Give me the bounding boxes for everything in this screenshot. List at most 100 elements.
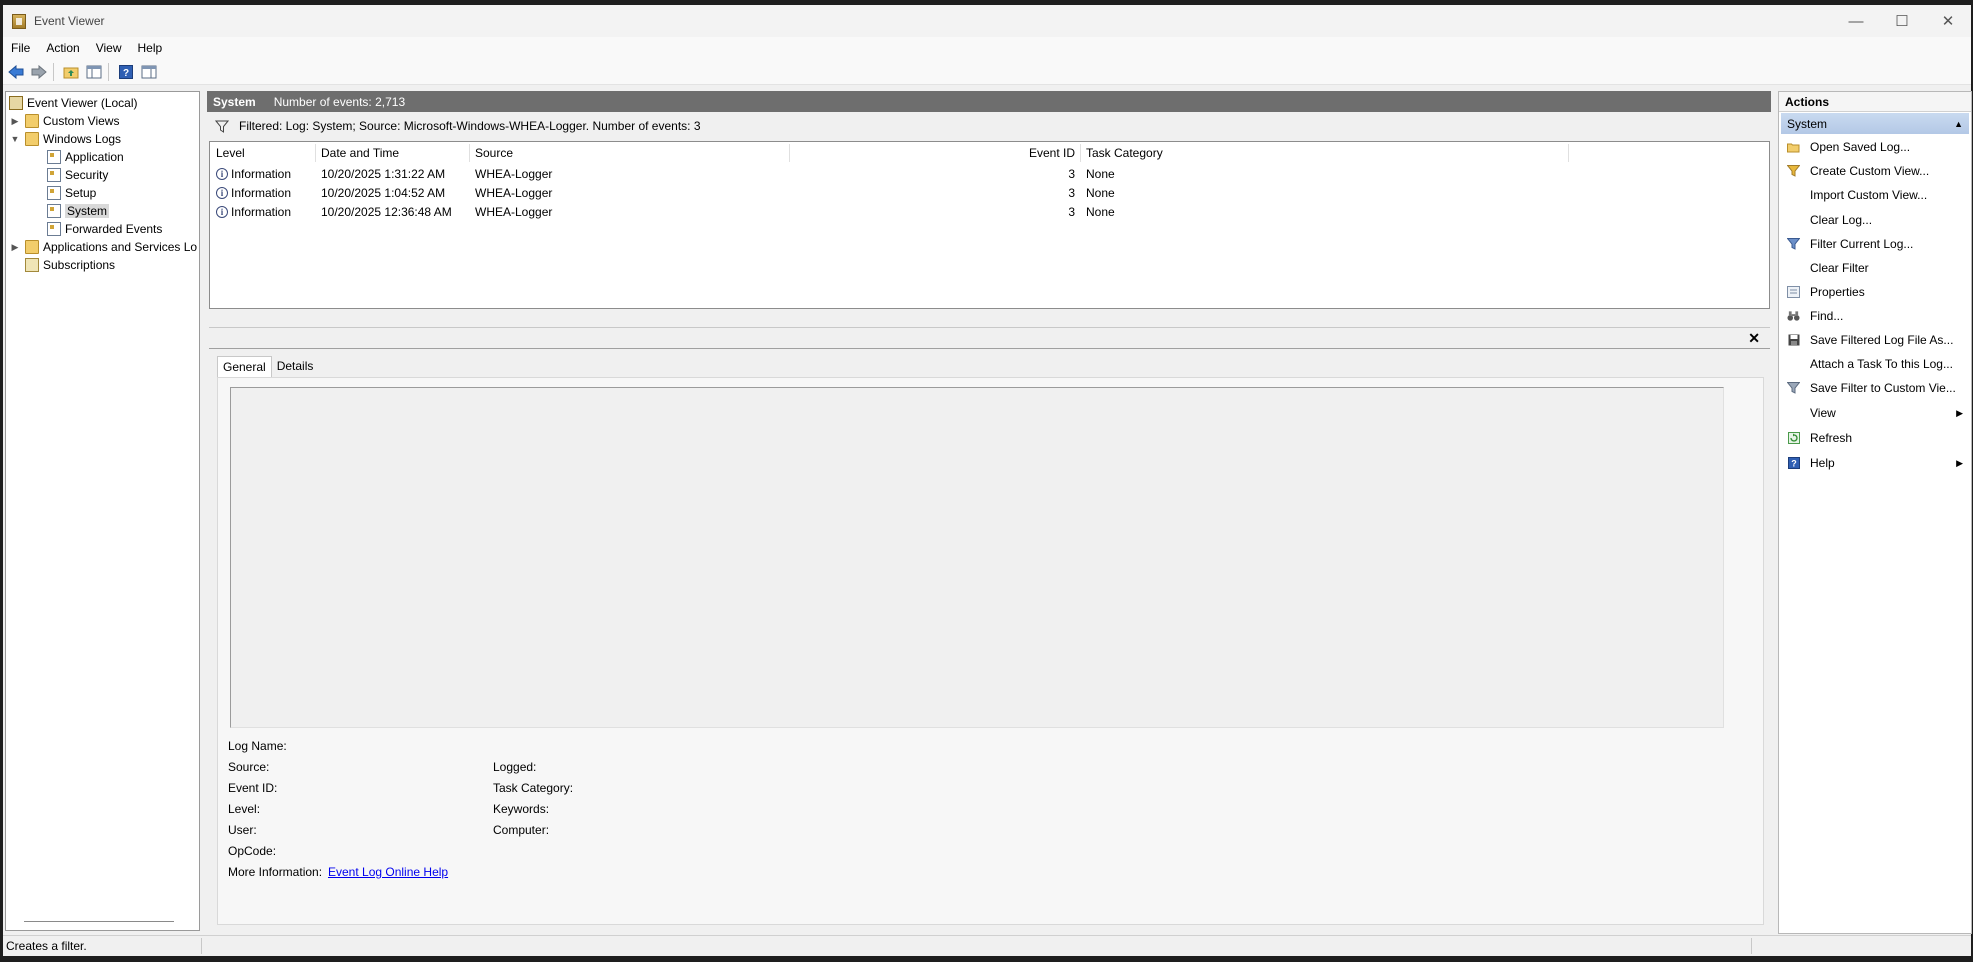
action-clear-filter[interactable]: Clear Filter: [1779, 258, 1969, 278]
forward-icon[interactable]: [29, 62, 49, 82]
general-tab-content: Log Name: Source: Event ID: Level: User:…: [217, 377, 1764, 925]
tree-item-label: Forwarded Events: [65, 222, 163, 236]
field-more-information: More Information:: [228, 865, 323, 879]
action-clear-log[interactable]: Clear Log...: [1779, 210, 1969, 230]
tab-details[interactable]: Details: [272, 356, 319, 376]
task-category-cell: None: [1086, 166, 1115, 181]
tree-item-label: Setup: [65, 186, 97, 200]
field-log-name: Log Name:: [228, 739, 287, 753]
collapse-arrow-icon[interactable]: ▼: [9, 134, 21, 144]
tree-item-label: Event Viewer (Local): [27, 96, 138, 110]
actions-pane: Actions System ▲ Open Saved Log... Creat…: [1778, 91, 1972, 934]
action-save-filtered-log-file[interactable]: Save Filtered Log File As...: [1779, 330, 1969, 350]
column-header-level[interactable]: Level: [216, 144, 245, 162]
menu-action[interactable]: Action: [38, 41, 87, 55]
help-icon[interactable]: ?: [116, 62, 136, 82]
tree-horizontal-scrollbar[interactable]: [24, 921, 174, 922]
tree-item-subscriptions[interactable]: Subscriptions: [25, 256, 115, 274]
source-cell: WHEA-Logger: [475, 185, 553, 200]
field-logged: Logged:: [493, 760, 537, 774]
column-separator[interactable]: [1080, 144, 1081, 162]
level-cell: i Information: [216, 183, 291, 202]
tree-item-application[interactable]: Application: [47, 148, 124, 166]
source-cell: WHEA-Logger: [475, 204, 553, 219]
level-cell: i Information: [216, 164, 291, 183]
collapse-section-icon[interactable]: ▲: [1954, 119, 1963, 129]
column-header-event-id[interactable]: Event ID: [795, 144, 1075, 162]
action-refresh[interactable]: Refresh: [1779, 428, 1969, 448]
action-label: Properties: [1810, 285, 1865, 299]
tree-item-forwarded-events[interactable]: Forwarded Events: [47, 220, 162, 238]
event-details-pane: ✕ General Details Log Name: Source: Even…: [209, 327, 1770, 931]
table-row[interactable]: i Information 10/20/2025 12:36:48 AM WHE…: [212, 202, 1762, 221]
level-text: Information: [231, 185, 292, 200]
column-header-task-category[interactable]: Task Category: [1086, 144, 1163, 162]
tree-item-windows-logs[interactable]: ▼ Windows Logs: [9, 130, 121, 148]
action-import-custom-view[interactable]: Import Custom View...: [1779, 185, 1969, 205]
filter-bar: Filtered: Log: System; Source: Microsoft…: [209, 115, 1769, 137]
tree-item-label: Subscriptions: [43, 258, 116, 272]
action-label: Find...: [1810, 309, 1844, 323]
field-task-category: Task Category:: [493, 781, 574, 795]
table-row[interactable]: i Information 10/20/2025 1:04:52 AM WHEA…: [212, 183, 1762, 202]
date-cell: 10/20/2025 1:31:22 AM: [321, 166, 446, 181]
action-create-custom-view[interactable]: Create Custom View...: [1779, 161, 1969, 181]
action-open-saved-log[interactable]: Open Saved Log...: [1779, 137, 1969, 157]
maximize-button[interactable]: ☐: [1879, 5, 1925, 37]
menu-bar: File Action View Help: [3, 37, 1971, 59]
menu-file[interactable]: File: [3, 41, 38, 55]
column-separator[interactable]: [469, 144, 470, 162]
tree-item-security[interactable]: Security: [47, 166, 108, 184]
level-text: Information: [231, 166, 292, 181]
toolbar-separator: [108, 62, 109, 81]
close-details-icon[interactable]: ✕: [1748, 330, 1760, 347]
tree-item-event-viewer-local[interactable]: Event Viewer (Local): [9, 94, 138, 112]
action-attach-task[interactable]: Attach a Task To this Log...: [1779, 354, 1969, 374]
minimize-button[interactable]: —: [1833, 5, 1879, 37]
action-properties[interactable]: Properties: [1779, 282, 1969, 302]
action-save-filter-to-custom-view[interactable]: Save Filter to Custom Vie...: [1779, 378, 1969, 398]
field-computer: Computer:: [493, 823, 550, 837]
date-cell: 10/20/2025 1:04:52 AM: [321, 185, 446, 200]
menu-help[interactable]: Help: [130, 41, 171, 55]
tree-item-applications-and-services[interactable]: ▶ Applications and Services Lo: [9, 238, 197, 256]
actions-section-system[interactable]: System ▲: [1781, 113, 1969, 134]
date-cell: 10/20/2025 12:36:48 AM: [321, 204, 452, 219]
filter-icon: [1787, 238, 1800, 251]
submenu-arrow-icon: ▶: [1956, 457, 1963, 468]
table-row[interactable]: i Information 10/20/2025 1:31:22 AM WHEA…: [212, 164, 1762, 183]
show-hide-tree-icon[interactable]: [84, 62, 104, 82]
column-separator[interactable]: [789, 144, 790, 162]
expand-arrow-icon[interactable]: ▶: [9, 116, 21, 127]
column-separator[interactable]: [315, 144, 316, 162]
action-find[interactable]: Find...: [1779, 306, 1969, 326]
log-icon: [47, 204, 61, 218]
close-button[interactable]: ✕: [1925, 5, 1971, 37]
column-separator[interactable]: [1568, 144, 1569, 162]
action-view[interactable]: View ▶: [1779, 403, 1969, 423]
event-id-cell: 3: [1068, 166, 1075, 181]
expand-arrow-icon[interactable]: ▶: [9, 242, 21, 253]
column-header-source[interactable]: Source: [475, 144, 513, 162]
log-icon: [47, 168, 61, 182]
tree-item-system[interactable]: System: [47, 202, 110, 220]
open-folder-icon: [1787, 141, 1800, 154]
show-hide-action-pane-icon[interactable]: [139, 62, 159, 82]
action-label: Clear Filter: [1810, 261, 1869, 275]
action-help[interactable]: ? Help ▶: [1779, 453, 1969, 473]
action-label: Clear Log...: [1810, 213, 1873, 227]
event-description-box[interactable]: [230, 387, 1724, 728]
tree-item-label: Applications and Services Lo: [43, 240, 198, 254]
tree-item-setup[interactable]: Setup: [47, 184, 96, 202]
up-folder-icon[interactable]: [61, 62, 81, 82]
tab-general[interactable]: General: [217, 356, 272, 377]
action-filter-current-log[interactable]: Filter Current Log...: [1779, 234, 1969, 254]
event-log-online-help-link[interactable]: Event Log Online Help: [328, 865, 448, 881]
menu-view[interactable]: View: [88, 41, 130, 55]
filter-text: Filtered: Log: System; Source: Microsoft…: [239, 119, 701, 133]
information-icon: i: [216, 205, 228, 218]
tree-item-custom-views[interactable]: ▶ Custom Views: [9, 112, 119, 130]
help-icon: ?: [1787, 457, 1800, 470]
back-icon[interactable]: [6, 62, 26, 82]
column-header-date[interactable]: Date and Time: [321, 144, 399, 162]
